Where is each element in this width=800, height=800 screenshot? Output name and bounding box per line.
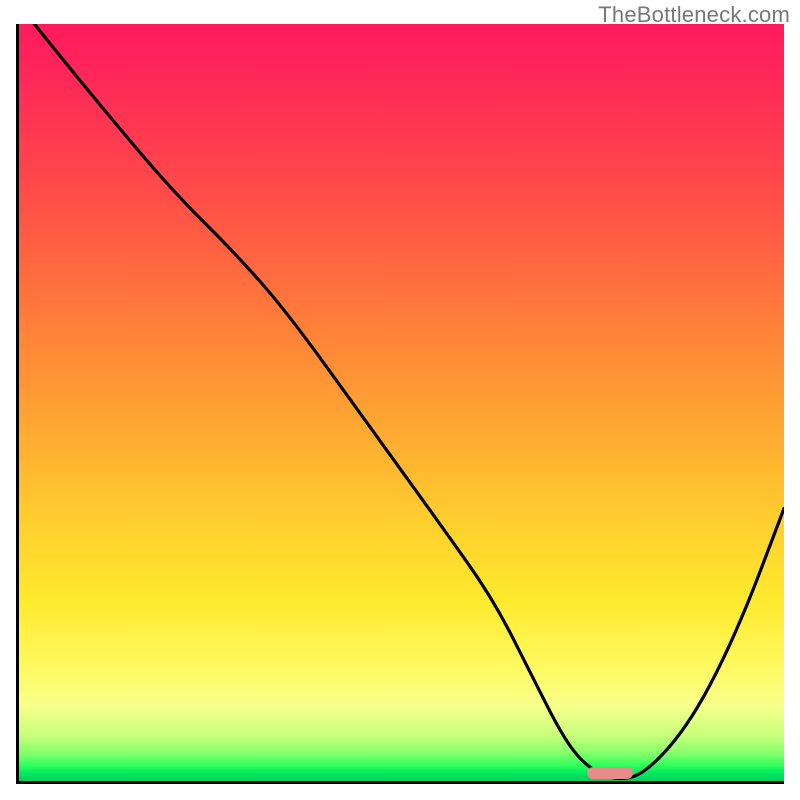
optimum-marker <box>587 767 633 779</box>
plot-area <box>16 24 784 784</box>
bottleneck-curve <box>19 24 784 781</box>
chart-frame: TheBottleneck.com <box>0 0 800 800</box>
watermark-text: TheBottleneck.com <box>598 2 790 28</box>
